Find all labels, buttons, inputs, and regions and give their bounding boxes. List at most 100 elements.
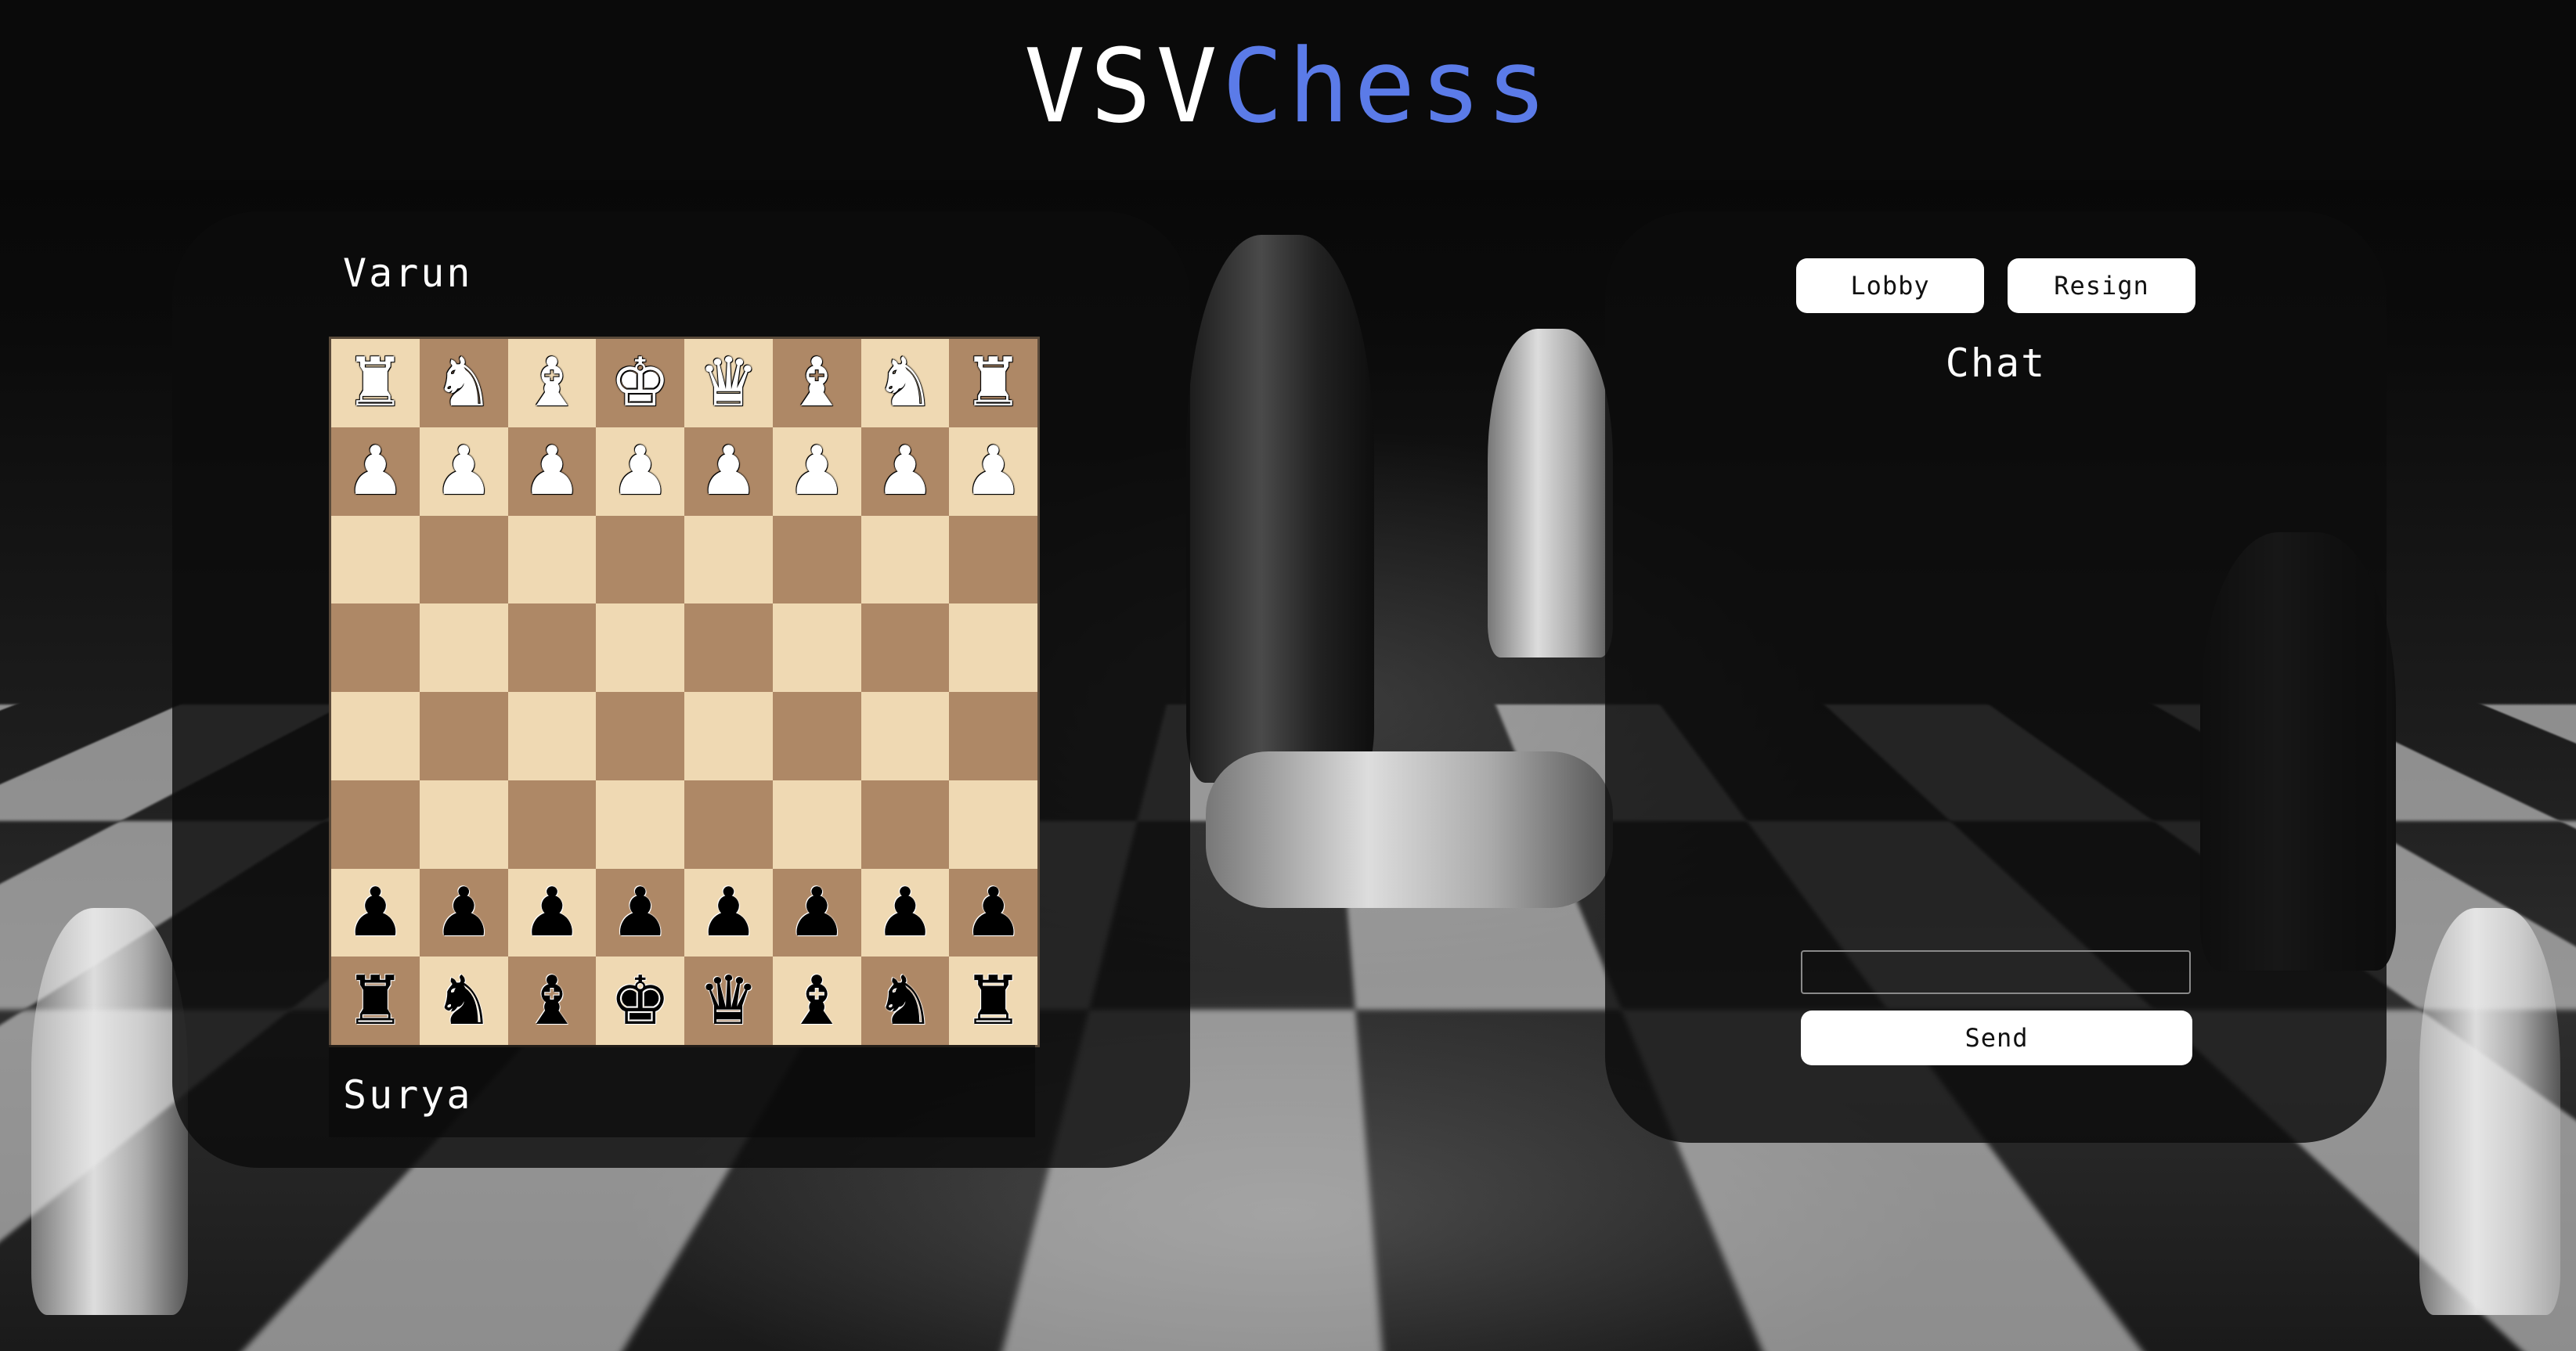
- black-bishop-icon[interactable]: ♝: [521, 967, 582, 1035]
- board-square-b7[interactable]: ♟: [419, 868, 508, 957]
- board-square-a4[interactable]: [331, 603, 420, 692]
- black-rook-icon[interactable]: ♜: [963, 967, 1023, 1035]
- black-knight-icon[interactable]: ♞: [875, 967, 935, 1035]
- board-square-e2[interactable]: ♟: [684, 427, 773, 516]
- board-square-g4[interactable]: [860, 603, 950, 692]
- board-square-d5[interactable]: [596, 692, 684, 780]
- board-square-a5[interactable]: [331, 692, 420, 780]
- board-square-f8[interactable]: ♝: [772, 957, 861, 1045]
- white-queen-icon[interactable]: ♛: [698, 349, 759, 416]
- board-square-d1[interactable]: ♚: [596, 339, 684, 427]
- board-square-e5[interactable]: [684, 692, 773, 780]
- black-pawn-icon[interactable]: ♟: [963, 879, 1023, 946]
- board-square-g8[interactable]: ♞: [860, 957, 950, 1045]
- black-king-icon[interactable]: ♚: [610, 967, 670, 1035]
- board-square-c5[interactable]: [507, 692, 597, 780]
- board-square-h6[interactable]: [949, 780, 1037, 869]
- board-square-h5[interactable]: [949, 692, 1037, 780]
- board-square-b5[interactable]: [419, 692, 508, 780]
- chessboard[interactable]: ♜ ♞ ♝ ♚ ♛ ♝ ♞ ♜ ♟ ♟ ♟ ♟ ♟ ♟ ♟ ♟ ♟ ♟ ♟ ♟ ♟ ♟ ♟ ♟ ♜ ♞ ♝ ♚ ♛ ♝ ♞ ♜: [329, 337, 1040, 1047]
- board-square-c2[interactable]: ♟: [507, 427, 597, 516]
- black-rook-icon[interactable]: ♜: [345, 967, 406, 1035]
- board-square-d6[interactable]: [596, 780, 684, 869]
- black-pawn-icon[interactable]: ♟: [698, 879, 759, 946]
- board-square-f4[interactable]: [772, 603, 861, 692]
- app-logo[interactable]: VSVChess: [0, 23, 2576, 149]
- board-square-b2[interactable]: ♟: [419, 427, 508, 516]
- white-knight-icon[interactable]: ♞: [875, 349, 935, 416]
- board-square-h7[interactable]: ♟: [949, 868, 1037, 957]
- board-square-b4[interactable]: [419, 603, 508, 692]
- board-square-f6[interactable]: [772, 780, 861, 869]
- board-square-e8[interactable]: ♛: [684, 957, 773, 1045]
- board-square-e7[interactable]: ♟: [684, 868, 773, 957]
- board-square-d2[interactable]: ♟: [596, 427, 684, 516]
- board-square-d8[interactable]: ♚: [596, 957, 684, 1045]
- white-pawn-icon[interactable]: ♟: [963, 438, 1023, 505]
- board-square-b8[interactable]: ♞: [419, 957, 508, 1045]
- board-square-c7[interactable]: ♟: [507, 868, 597, 957]
- board-square-d4[interactable]: [596, 603, 684, 692]
- lobby-button[interactable]: Lobby: [1796, 258, 1984, 313]
- board-square-a1[interactable]: ♜: [331, 339, 420, 427]
- board-square-a6[interactable]: [331, 780, 420, 869]
- white-bishop-icon[interactable]: ♝: [521, 349, 582, 416]
- board-square-f5[interactable]: [772, 692, 861, 780]
- board-square-c1[interactable]: ♝: [507, 339, 597, 427]
- chat-input[interactable]: [1801, 950, 2191, 994]
- black-pawn-icon[interactable]: ♟: [787, 879, 847, 946]
- board-square-f7[interactable]: ♟: [772, 868, 861, 957]
- black-queen-icon[interactable]: ♛: [698, 967, 759, 1035]
- board-square-g6[interactable]: [860, 780, 950, 869]
- board-square-f3[interactable]: [772, 515, 861, 604]
- board-square-a7[interactable]: ♟: [331, 868, 420, 957]
- white-bishop-icon[interactable]: ♝: [787, 349, 847, 416]
- white-rook-icon[interactable]: ♜: [963, 349, 1023, 416]
- board-square-g2[interactable]: ♟: [860, 427, 950, 516]
- board-square-a8[interactable]: ♜: [331, 957, 420, 1045]
- white-pawn-icon[interactable]: ♟: [787, 438, 847, 505]
- white-pawn-icon[interactable]: ♟: [521, 438, 582, 505]
- board-square-a2[interactable]: ♟: [331, 427, 420, 516]
- board-square-a3[interactable]: [331, 515, 420, 604]
- board-square-e3[interactable]: [684, 515, 773, 604]
- white-knight-icon[interactable]: ♞: [434, 349, 494, 416]
- board-square-f2[interactable]: ♟: [772, 427, 861, 516]
- black-pawn-icon[interactable]: ♟: [434, 879, 494, 946]
- board-square-c4[interactable]: [507, 603, 597, 692]
- board-square-g1[interactable]: ♞: [860, 339, 950, 427]
- board-square-c8[interactable]: ♝: [507, 957, 597, 1045]
- board-square-b3[interactable]: [419, 515, 508, 604]
- white-pawn-icon[interactable]: ♟: [345, 438, 406, 505]
- board-square-g7[interactable]: ♟: [860, 868, 950, 957]
- board-square-h8[interactable]: ♜: [949, 957, 1037, 1045]
- black-pawn-icon[interactable]: ♟: [345, 879, 406, 946]
- board-square-g3[interactable]: [860, 515, 950, 604]
- white-pawn-icon[interactable]: ♟: [698, 438, 759, 505]
- board-square-h4[interactable]: [949, 603, 1037, 692]
- white-rook-icon[interactable]: ♜: [345, 349, 406, 416]
- black-bishop-icon[interactable]: ♝: [787, 967, 847, 1035]
- board-square-h1[interactable]: ♜: [949, 339, 1037, 427]
- black-pawn-icon[interactable]: ♟: [521, 879, 582, 946]
- resign-button[interactable]: Resign: [2008, 258, 2195, 313]
- white-pawn-icon[interactable]: ♟: [434, 438, 494, 505]
- white-pawn-icon[interactable]: ♟: [875, 438, 935, 505]
- black-pawn-icon[interactable]: ♟: [610, 879, 670, 946]
- board-square-h3[interactable]: [949, 515, 1037, 604]
- white-king-icon[interactable]: ♚: [610, 349, 670, 416]
- board-square-e6[interactable]: [684, 780, 773, 869]
- board-square-d7[interactable]: ♟: [596, 868, 684, 957]
- board-square-g5[interactable]: [860, 692, 950, 780]
- send-button[interactable]: Send: [1801, 1011, 2192, 1065]
- white-pawn-icon[interactable]: ♟: [610, 438, 670, 505]
- board-square-e4[interactable]: [684, 603, 773, 692]
- board-square-f1[interactable]: ♝: [772, 339, 861, 427]
- board-square-b1[interactable]: ♞: [419, 339, 508, 427]
- board-square-c3[interactable]: [507, 515, 597, 604]
- board-square-h2[interactable]: ♟: [949, 427, 1037, 516]
- board-square-c6[interactable]: [507, 780, 597, 869]
- board-square-e1[interactable]: ♛: [684, 339, 773, 427]
- board-square-d3[interactable]: [596, 515, 684, 604]
- black-pawn-icon[interactable]: ♟: [875, 879, 935, 946]
